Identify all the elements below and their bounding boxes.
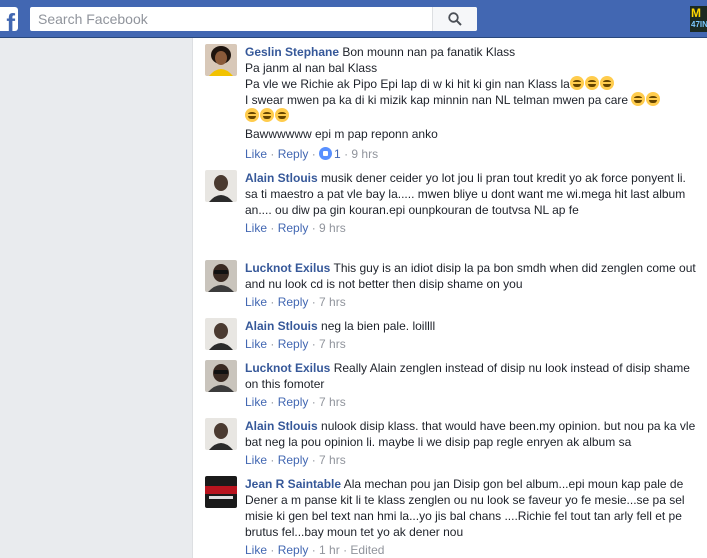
laughing-emoji-icon bbox=[275, 108, 289, 122]
top-bar: f M 47IN bbox=[0, 0, 707, 38]
facebook-logo-icon[interactable]: f bbox=[0, 7, 18, 31]
laughing-emoji-icon bbox=[260, 108, 274, 122]
avatar[interactable] bbox=[205, 260, 237, 292]
reply-link[interactable]: Reply bbox=[278, 147, 309, 161]
comment-author[interactable]: Lucknot Exilus bbox=[245, 361, 330, 375]
like-link[interactable]: Like bbox=[245, 543, 267, 557]
laughing-emoji-icon bbox=[599, 76, 614, 90]
comment-text: Bon mounn nan pa fanatik Klass bbox=[342, 45, 516, 59]
avatar[interactable] bbox=[205, 418, 237, 450]
edited-label[interactable]: Edited bbox=[350, 543, 384, 557]
reply-link[interactable]: Reply bbox=[278, 337, 309, 351]
comment-author[interactable]: Jean R Saintable bbox=[245, 477, 341, 491]
comment-author[interactable]: Geslin Stephane bbox=[245, 45, 339, 59]
like-link[interactable]: Like bbox=[245, 147, 267, 161]
app-badge-letter: M bbox=[691, 6, 701, 20]
avatar[interactable] bbox=[205, 476, 237, 508]
reaction-count[interactable]: 1 bbox=[334, 147, 341, 161]
reply-link[interactable]: Reply bbox=[278, 395, 309, 409]
laughing-emoji-icon bbox=[245, 108, 259, 122]
comment-time[interactable]: 1 hr bbox=[319, 543, 340, 557]
avatar[interactable] bbox=[205, 360, 237, 392]
avatar[interactable] bbox=[205, 44, 237, 76]
reply-link[interactable]: Reply bbox=[278, 543, 309, 557]
comment-author[interactable]: Alain Stlouis bbox=[245, 171, 318, 185]
laughing-emoji-icon bbox=[569, 76, 584, 90]
comment-time[interactable]: 9 hrs bbox=[319, 221, 346, 235]
comment-time[interactable]: 9 hrs bbox=[351, 147, 378, 161]
like-link[interactable]: Like bbox=[245, 395, 267, 409]
comment-text-line: Pa vle we Richie ak Pipo Epi lap di w ki… bbox=[245, 77, 570, 91]
like-reaction-icon[interactable] bbox=[319, 147, 333, 160]
laughing-emoji-icon bbox=[631, 92, 646, 106]
app-badge-text: 47IN bbox=[691, 20, 707, 29]
comment-text-line: Bawwwwww epi m pap reponn anko bbox=[245, 127, 438, 141]
laughing-emoji-icon bbox=[646, 92, 661, 106]
like-link[interactable]: Like bbox=[245, 221, 267, 235]
like-link[interactable]: Like bbox=[245, 295, 267, 309]
comment-time[interactable]: 7 hrs bbox=[319, 453, 346, 467]
comment-author[interactable]: Alain Stlouis bbox=[245, 419, 318, 433]
comment-author[interactable]: Lucknot Exilus bbox=[245, 261, 330, 275]
like-link[interactable]: Like bbox=[245, 453, 267, 467]
search-button[interactable] bbox=[432, 7, 477, 31]
comment-text: neg la bien pale. loillll bbox=[321, 319, 436, 333]
search-input[interactable] bbox=[30, 7, 430, 31]
app-badge-icon[interactable]: M 47IN bbox=[690, 6, 707, 32]
comment-time[interactable]: 7 hrs bbox=[319, 295, 346, 309]
avatar[interactable] bbox=[205, 170, 237, 202]
reply-link[interactable]: Reply bbox=[278, 295, 309, 309]
comment-author[interactable]: Alain Stlouis bbox=[245, 319, 318, 333]
comment-time[interactable]: 7 hrs bbox=[319, 337, 346, 351]
comment-text-line: Pa janm al nan bal Klass bbox=[245, 61, 378, 75]
comment-text-line: I swear mwen pa ka di ki mizik kap minni… bbox=[245, 93, 629, 107]
laughing-emoji-icon bbox=[584, 76, 599, 90]
like-link[interactable]: Like bbox=[245, 337, 267, 351]
search-icon bbox=[448, 12, 462, 26]
comment-time[interactable]: 7 hrs bbox=[319, 395, 346, 409]
search-box bbox=[30, 7, 477, 31]
reply-link[interactable]: Reply bbox=[278, 221, 309, 235]
comments-panel: Geslin Stephane Bon mounn nan pa fanatik… bbox=[192, 38, 707, 558]
reply-link[interactable]: Reply bbox=[278, 453, 309, 467]
avatar[interactable] bbox=[205, 318, 237, 350]
